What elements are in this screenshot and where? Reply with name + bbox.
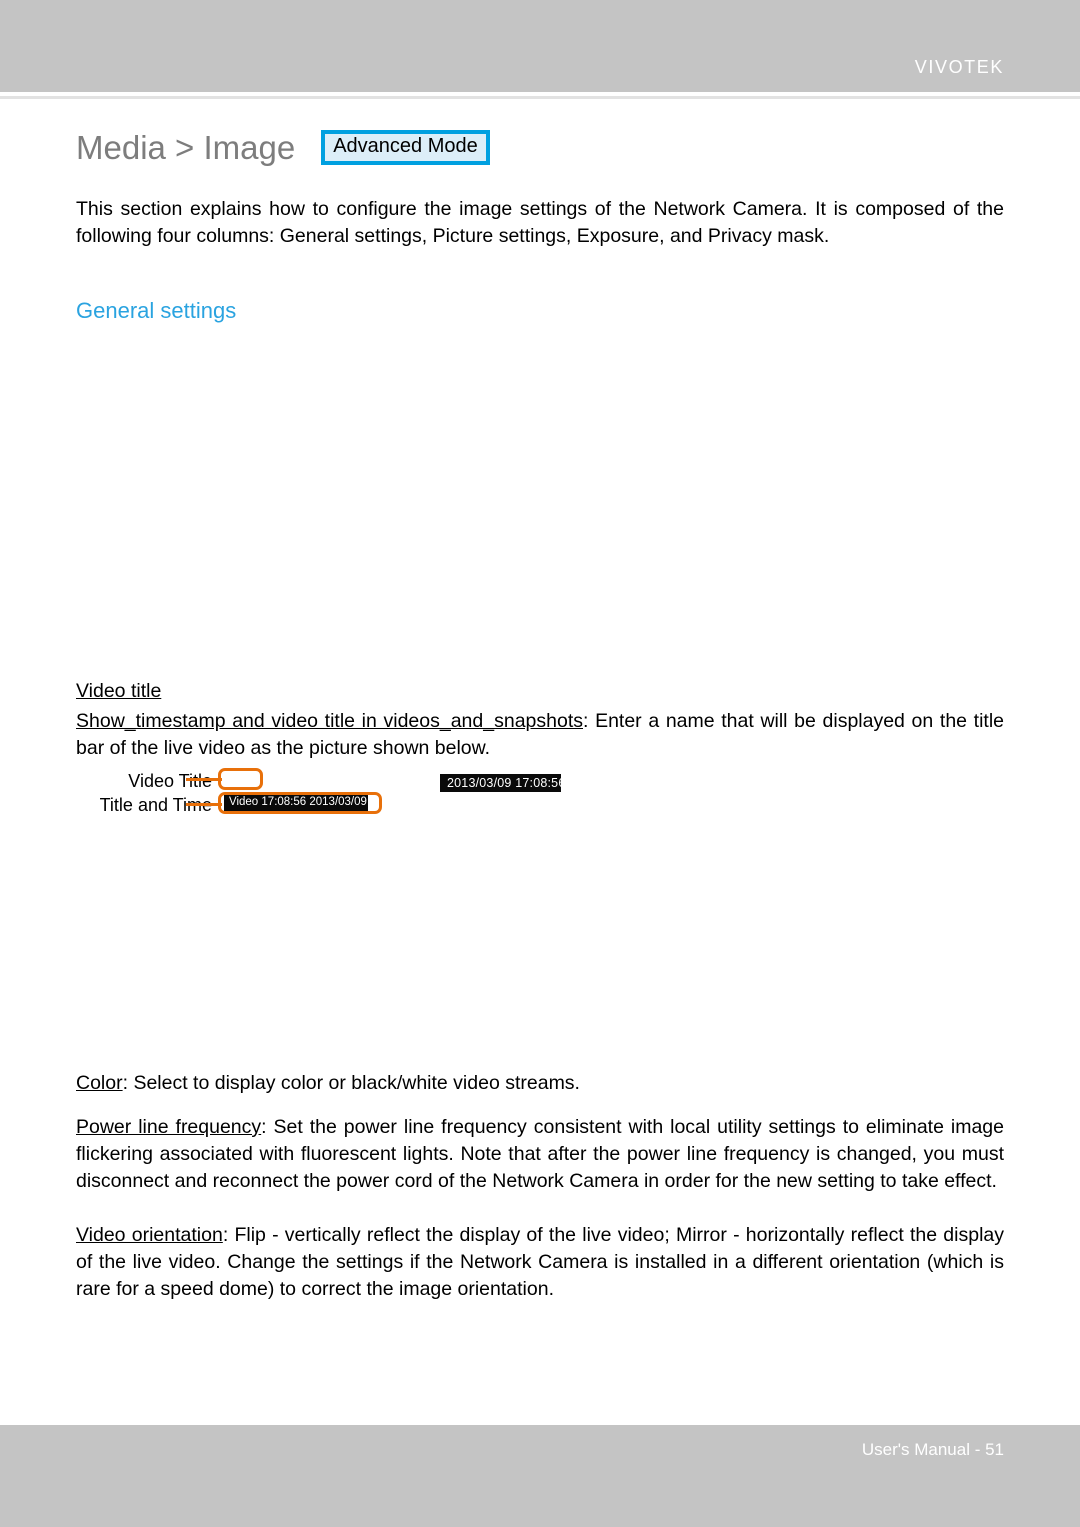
breadcrumb: Media > Image [76,129,296,166]
power-line-paragraph: Power line frequency: Set the power line… [76,1114,1004,1195]
intro-paragraph: This section explains how to configure t… [76,198,1004,247]
page-title-row: Media > Image Advanced Mode [76,130,490,165]
power-line-block: Power line frequency: Set the power line… [76,1114,1004,1195]
show-timestamp-term: Show_timestamp and video title in videos… [76,710,583,732]
general-settings-block: General settings [76,300,1004,322]
video-orientation-term: Video orientation [76,1224,223,1246]
color-paragraph: Color: Select to display color or black/… [76,1070,1004,1097]
header-divider [0,96,1080,99]
show-timestamp-block: Show_timestamp and video title in videos… [76,708,1004,762]
header-band [0,0,1080,92]
video-title-heading: Video title [76,680,162,702]
vivotek-logo: VIVOTEK [914,57,1004,77]
color-text: : Select to display color or black/white… [122,1072,580,1094]
video-orientation-paragraph: Video orientation: Flip - vertically ref… [76,1222,1004,1303]
color-block: Color: Select to display color or black/… [76,1070,1004,1097]
video-bar-standalone: 2013/03/09 17:08:56 [440,774,565,792]
video-orientation-block: Video orientation: Flip - vertically ref… [76,1222,1004,1303]
diagram-label-video-title: Video Title [128,771,212,791]
video-bar-inset: Video 17:08:56 2013/03/09 [224,795,368,811]
power-line-term: Power line frequency [76,1116,262,1138]
diagram-connector-video-title [186,778,222,781]
show-timestamp-paragraph: Show_timestamp and video title in videos… [76,708,1004,762]
general-settings-heading: General settings [76,298,237,323]
footer-page-label: User's Manual - 51 [861,1440,1004,1459]
advanced-mode-badge[interactable]: Advanced Mode [321,130,490,165]
diagram-box-video-title [218,768,263,790]
video-title-block: Video title [76,678,1004,705]
intro-block: This section explains how to configure t… [76,196,1004,250]
color-term: Color [76,1072,123,1094]
diagram-connector-title-and-time [186,803,222,806]
